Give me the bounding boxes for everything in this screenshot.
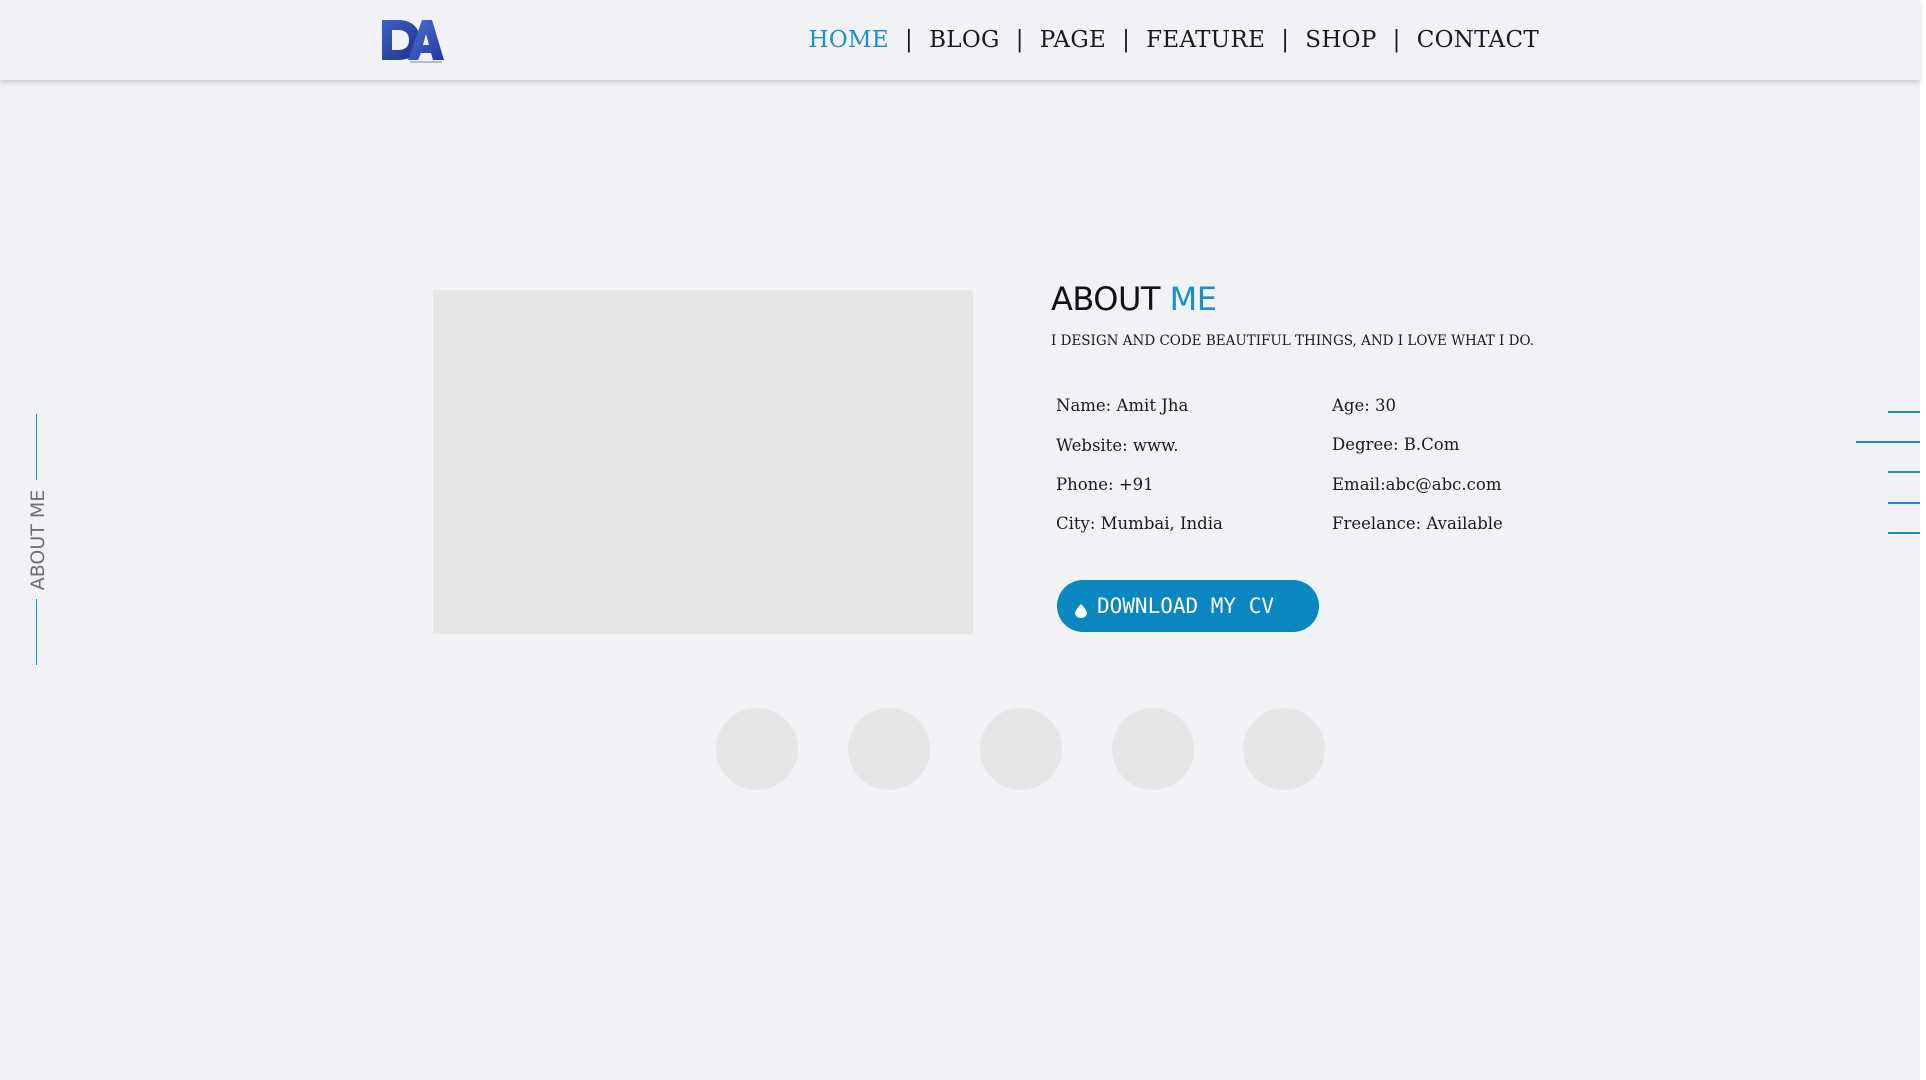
side-line-top (36, 414, 37, 480)
section-dash-4[interactable] (1888, 502, 1920, 504)
profile-image-placeholder (433, 290, 973, 634)
header: HOME | BLOG | PAGE | FEATURE | SHOP | CO… (0, 0, 1920, 80)
logo-mark (382, 20, 444, 63)
nav-home[interactable]: HOME (809, 27, 889, 53)
nav-separator: | (1015, 27, 1024, 53)
info-freelance: Freelance: Available (1332, 514, 1503, 533)
nav-shop[interactable]: SHOP (1305, 27, 1376, 53)
side-section-label: ABOUT ME (27, 489, 49, 591)
info-age: Age: 30 (1332, 396, 1397, 415)
info-degree: Degree: B.Com (1332, 435, 1460, 454)
nav-page[interactable]: PAGE (1040, 27, 1106, 53)
info-city: City: Mumbai, India (1056, 514, 1223, 533)
social-icon-5[interactable] (1243, 708, 1325, 790)
section-dash-2-active[interactable] (1856, 441, 1920, 443)
nav-separator: | (1122, 27, 1131, 53)
info-website: Website: www. (1056, 436, 1179, 455)
info-name: Name: Amit Jha (1056, 396, 1189, 415)
info-phone: Phone: +91 (1056, 475, 1154, 494)
logo[interactable] (380, 16, 446, 64)
nav-feature[interactable]: FEATURE (1146, 27, 1265, 53)
download-cv-label: DOWNLOAD MY CV (1097, 594, 1275, 618)
social-icon-3[interactable] (980, 708, 1062, 790)
main-nav: HOME | BLOG | PAGE | FEATURE | SHOP | CO… (809, 0, 1539, 80)
nav-separator: | (1392, 27, 1401, 53)
section-dash-1[interactable] (1888, 411, 1920, 413)
drop-icon (1075, 599, 1087, 618)
download-cv-button[interactable]: DOWNLOAD MY CV (1057, 580, 1319, 632)
nav-contact[interactable]: CONTACT (1417, 27, 1539, 53)
about-title: ABOUT ME (1051, 280, 1217, 318)
about-title-main: ABOUT (1051, 280, 1160, 318)
social-icon-2[interactable] (848, 708, 930, 790)
social-icon-4[interactable] (1112, 708, 1194, 790)
about-subtitle: I DESIGN AND CODE BEAUTIFUL THINGS, AND … (1051, 333, 1535, 349)
nav-separator: | (1281, 27, 1290, 53)
section-dash-3[interactable] (1888, 471, 1920, 473)
social-icon-1[interactable] (716, 708, 798, 790)
about-title-accent: ME (1169, 280, 1217, 318)
nav-blog[interactable]: BLOG (929, 27, 1000, 53)
info-email: Email:abc@abc.com (1332, 475, 1502, 494)
nav-separator: | (905, 27, 914, 53)
page: HOME | BLOG | PAGE | FEATURE | SHOP | CO… (0, 0, 1920, 1080)
side-line-bottom (36, 599, 37, 665)
section-dash-5[interactable] (1888, 532, 1920, 534)
